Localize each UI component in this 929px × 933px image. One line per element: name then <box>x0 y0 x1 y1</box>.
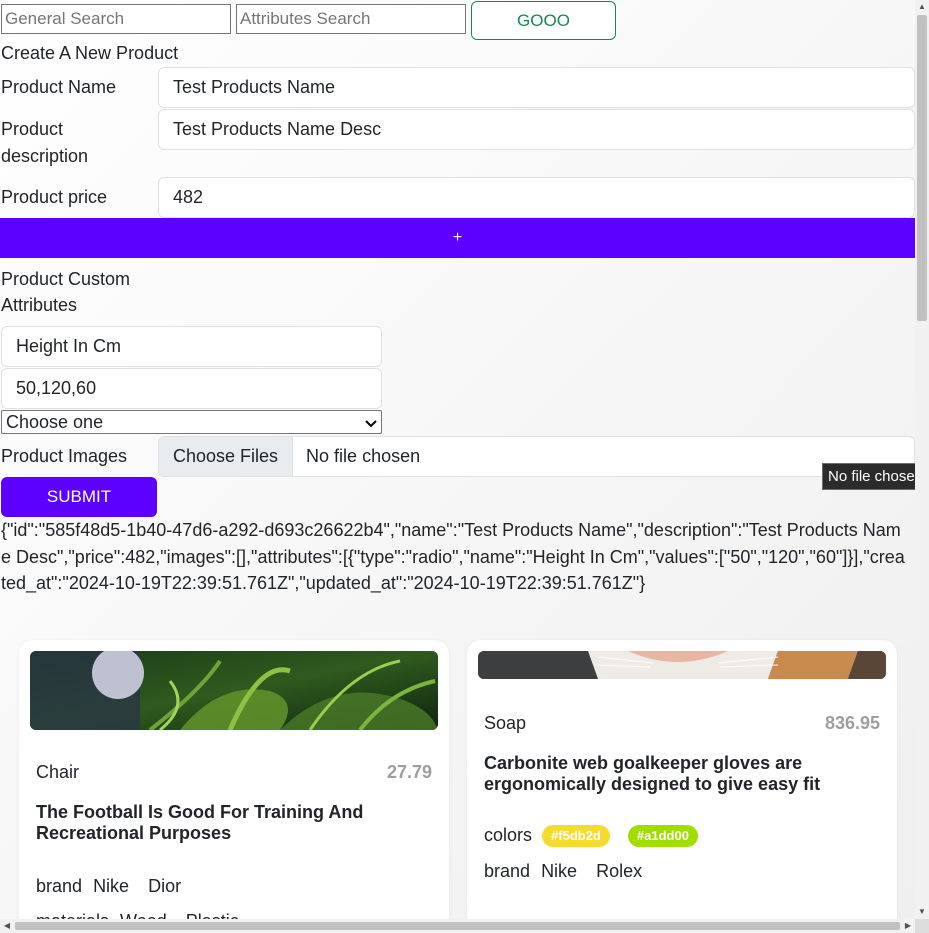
brand-value: Rolex <box>596 861 643 881</box>
product-category: Chair <box>36 762 80 782</box>
go-button[interactable]: GOOO <box>471 1 616 40</box>
product-price-value: 482 <box>173 187 204 207</box>
material-value: Plastic <box>186 911 239 919</box>
product-description-field[interactable]: Test Products Name Desc <box>158 109 915 150</box>
scroll-right-icon[interactable]: ▶ <box>901 919 915 933</box>
vertical-scrollbar[interactable]: ▲ ▼ <box>915 0 929 919</box>
custom-attributes-label-line2: Attributes <box>1 295 78 315</box>
product-price-field[interactable]: 482 <box>158 177 915 218</box>
product-name-value: Test Products Name <box>173 77 336 97</box>
chevron-down-icon <box>365 412 377 433</box>
brand-label: brand <box>484 861 531 881</box>
form-title: Create A New Product <box>1 43 179 63</box>
product-description-label: Product description <box>1 116 88 169</box>
brand-value: Nike <box>541 861 578 881</box>
material-value: Wood <box>120 911 167 919</box>
brand-label: brand <box>36 876 83 896</box>
horizontal-scrollbar[interactable]: ◀ ▶ <box>0 919 915 933</box>
choose-files-button[interactable]: Choose Files <box>159 437 294 476</box>
page: General Search Attributes Search GOOO Cr… <box>0 0 915 919</box>
vertical-scroll-thumb[interactable] <box>917 15 927 321</box>
product-price-label: Product price <box>1 187 108 207</box>
file-input-tooltip: No file chosen <box>822 463 929 490</box>
product-images-label: Product Images <box>1 446 128 466</box>
horizontal-scroll-thumb[interactable] <box>15 922 900 930</box>
scroll-left-icon[interactable]: ◀ <box>0 919 14 933</box>
product-description-label-line2: description <box>1 146 89 166</box>
product-colors-row: colors #f5db2d #a1dd00 <box>484 825 698 848</box>
submit-button[interactable]: SUBMIT <box>1 477 157 517</box>
attribute-name-field[interactable]: Height In Cm <box>1 326 382 367</box>
product-brand-row: brand Nike Dior <box>36 876 181 897</box>
attribute-name-value: Height In Cm <box>16 336 122 356</box>
product-image <box>30 651 438 730</box>
attributes-search-placeholder: Attributes Search <box>240 9 371 28</box>
scroll-up-icon[interactable]: ▲ <box>915 0 929 14</box>
materials-label: materials <box>36 911 109 919</box>
scrollbar-corner <box>915 919 929 933</box>
product-card[interactable]: Soap 836.95 Carbonite web goalkeeper glo… <box>467 640 897 919</box>
brand-value: Dior <box>148 876 182 896</box>
product-images-file-input[interactable]: Choose Files No file chosen <box>158 436 915 477</box>
color-chip: #f5db2d <box>542 825 610 848</box>
no-file-chosen-text: No file chosen <box>306 446 421 466</box>
brand-value: Nike <box>93 876 130 896</box>
scroll-down-icon[interactable]: ▼ <box>915 905 929 919</box>
attribute-type-select[interactable]: Choose one <box>1 410 382 434</box>
product-price: 836.95 <box>824 713 880 733</box>
product-name-label: Product Name <box>1 77 117 97</box>
attribute-values-field[interactable]: 50,120,60 <box>1 368 382 409</box>
product-brand-row: brand Nike Rolex <box>484 861 642 882</box>
product-category: Soap <box>484 713 527 733</box>
product-title: The Football Is Good For Training And Re… <box>36 802 364 843</box>
general-search-input[interactable]: General Search <box>1 4 231 34</box>
product-card[interactable]: Chair 27.79 The Football Is Good For Tra… <box>19 640 449 919</box>
custom-attributes-label-line1: Product Custom <box>1 269 131 289</box>
product-image <box>478 651 886 679</box>
product-description-value: Test Products Name Desc <box>173 119 382 139</box>
product-price: 27.79 <box>386 762 432 782</box>
product-title: Carbonite web goalkeeper gloves are ergo… <box>484 753 821 794</box>
product-materials-row: materials Wood Plastic <box>36 911 239 919</box>
attribute-values-value: 50,120,60 <box>16 378 97 398</box>
custom-attributes-label: Product Custom Attributes <box>1 266 130 318</box>
product-name-field[interactable]: Test Products Name <box>158 67 915 108</box>
color-chip: #a1dd00 <box>627 825 698 848</box>
add-attribute-button[interactable]: + <box>0 218 915 258</box>
json-output: {"id":"585f48d5-1b40-47d6-a292-d693c2662… <box>1 520 905 593</box>
attributes-search-input[interactable]: Attributes Search <box>236 4 466 34</box>
general-search-placeholder: General Search <box>5 9 125 28</box>
colors-label: colors <box>484 825 533 845</box>
attribute-type-selected: Choose one <box>6 411 104 432</box>
product-description-label-line1: Product <box>1 119 64 139</box>
